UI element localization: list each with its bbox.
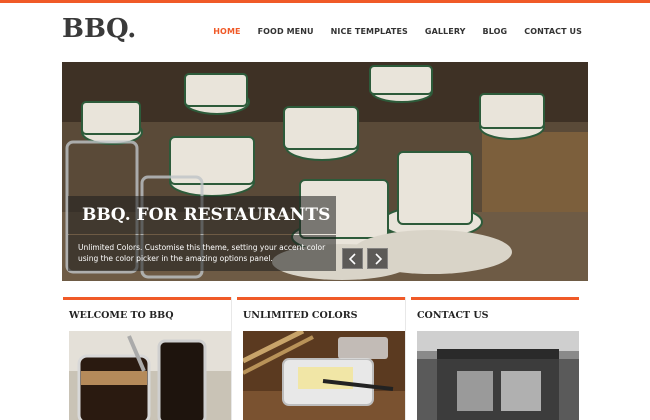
column-welcome: WELCOME TO BBQ: [63, 297, 231, 420]
storefront-image: [417, 331, 579, 420]
hero-caption-title-box: BBQ. FOR RESTAURANTS: [68, 196, 336, 234]
slider-prev-button[interactable]: [342, 248, 363, 269]
slider-next-button[interactable]: [367, 248, 388, 269]
column-accent-bar: [63, 297, 231, 300]
main-nav: HOME FOOD MENU NICE TEMPLATES GALLERY BL…: [196, 27, 582, 36]
site-logo[interactable]: BBQ.: [62, 14, 136, 44]
hero-title: BBQ. FOR RESTAURANTS: [82, 205, 331, 225]
column-unlimited-colors: UNLIMITED COLORS: [237, 297, 405, 420]
column-contact-us: CONTACT US: [411, 297, 579, 420]
column-heading-unlimited-colors: UNLIMITED COLORS: [243, 310, 358, 321]
column-accent-bar: [411, 297, 579, 300]
hero-text: Unlimited Colors. Customise this theme, …: [78, 243, 326, 263]
coffee-glass-image: [69, 331, 231, 420]
column-heading-welcome: WELCOME TO BBQ: [69, 310, 174, 321]
nav-item-nice-templates[interactable]: NICE TEMPLATES: [331, 27, 408, 36]
butter-dish-image: [243, 331, 405, 420]
hero-caption-text-box: Unlimited Colors. Customise this theme, …: [68, 235, 336, 271]
nav-item-gallery[interactable]: GALLERY: [425, 27, 466, 36]
column-accent-bar: [237, 297, 405, 300]
column-heading-contact-us: CONTACT US: [417, 310, 489, 321]
column-divider: [231, 297, 232, 420]
nav-item-home[interactable]: HOME: [213, 27, 240, 36]
chevron-right-icon: [375, 253, 383, 265]
nav-item-blog[interactable]: BLOG: [483, 27, 508, 36]
nav-item-contact-us[interactable]: CONTACT US: [524, 27, 582, 36]
column-divider: [405, 297, 406, 420]
top-accent-bar: [0, 0, 650, 3]
chevron-left-icon: [348, 253, 356, 265]
nav-item-food-menu[interactable]: FOOD MENU: [258, 27, 314, 36]
